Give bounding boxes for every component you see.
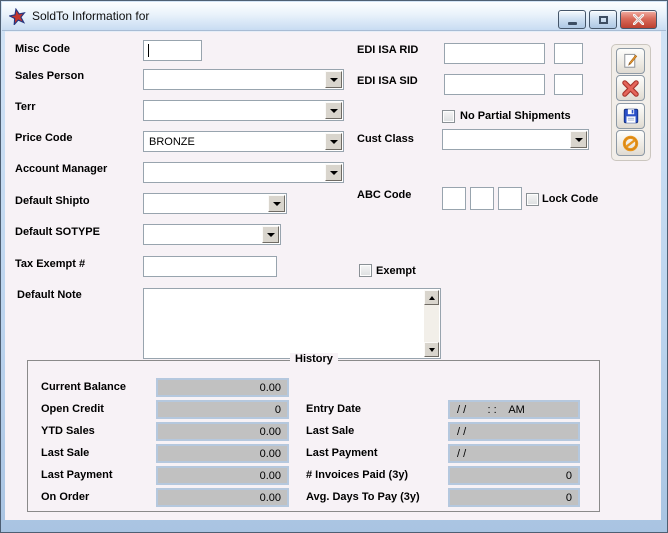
hist-last-payment-label: Last Payment — [306, 446, 378, 460]
current-balance-value: 0.00 — [156, 378, 289, 397]
open-credit-label: Open Credit — [41, 402, 104, 416]
no-partial-shipments-checkbox[interactable] — [442, 110, 455, 123]
titlebar[interactable]: SoldTo Information for — [2, 2, 666, 31]
chevron-down-icon[interactable] — [325, 71, 342, 88]
default-note-label: Default Note — [17, 288, 82, 302]
delete-button[interactable] — [616, 75, 645, 101]
floppy-disk-icon — [622, 107, 640, 125]
last-sale-label: Last Sale — [41, 446, 89, 460]
minimize-button[interactable] — [558, 10, 586, 29]
sales-person-label: Sales Person — [15, 69, 84, 83]
minimize-icon — [568, 22, 577, 25]
price-code-select[interactable]: BRONZE — [143, 131, 344, 152]
scroll-up-icon[interactable] — [424, 290, 439, 305]
on-order-label: On Order — [41, 490, 89, 504]
hist-last-sale-label: Last Sale — [306, 424, 354, 438]
ytd-sales-value: 0.00 — [156, 422, 289, 441]
tax-exempt-label: Tax Exempt # — [15, 257, 85, 271]
on-order-value: 0.00 — [156, 488, 289, 507]
chevron-down-icon[interactable] — [262, 226, 279, 243]
red-x-icon — [621, 79, 640, 98]
misc-code-label: Misc Code — [15, 42, 70, 56]
account-manager-select[interactable] — [143, 162, 344, 183]
save-button[interactable] — [616, 103, 645, 129]
edi-isa-sid-input[interactable] — [444, 74, 545, 95]
history-legend: History — [290, 353, 338, 365]
dialog-body: Misc Code Sales Person Terr Price Code A… — [5, 31, 661, 520]
hist-last-payment-value: / / — [448, 444, 580, 463]
exempt-checkbox[interactable] — [359, 264, 372, 277]
text-caret — [148, 44, 149, 57]
star-icon — [9, 8, 26, 25]
edit-page-pencil-icon — [621, 52, 640, 71]
abc-code-box2[interactable] — [470, 187, 494, 210]
edi-isa-sid-label: EDI ISA SID — [357, 74, 418, 88]
cust-class-label: Cust Class — [357, 132, 414, 146]
edi-isa-rid-input[interactable] — [444, 43, 545, 64]
default-shipto-label: Default Shipto — [15, 194, 90, 208]
price-code-value: BRONZE — [149, 136, 195, 148]
window-title: SoldTo Information for — [32, 9, 149, 23]
price-code-label: Price Code — [15, 131, 72, 145]
chevron-down-icon[interactable] — [268, 195, 285, 212]
exempt-label: Exempt — [376, 265, 416, 277]
last-sale-value: 0.00 — [156, 444, 289, 463]
scrollbar[interactable] — [424, 290, 439, 357]
default-sotype-select[interactable] — [143, 224, 281, 245]
no-partial-shipments-label: No Partial Shipments — [460, 110, 571, 122]
account-manager-label: Account Manager — [15, 162, 107, 176]
default-sotype-label: Default SOTYPE — [15, 225, 100, 239]
terr-select[interactable] — [143, 100, 344, 121]
invoices-paid-label: # Invoices Paid (3y) — [306, 468, 408, 482]
hist-last-sale-value: / / — [448, 422, 580, 441]
invoices-paid-value: 0 — [448, 466, 580, 485]
close-icon — [633, 14, 644, 25]
terr-label: Terr — [15, 100, 36, 114]
prohibition-icon — [621, 134, 640, 153]
scroll-down-icon[interactable] — [424, 342, 439, 357]
abc-code-box3[interactable] — [498, 187, 522, 210]
lock-code-checkbox[interactable] — [526, 193, 539, 206]
sales-person-select[interactable] — [143, 69, 344, 90]
chevron-down-icon[interactable] — [570, 131, 587, 148]
open-credit-value: 0 — [156, 400, 289, 419]
window-frame: SoldTo Information for Misc Code Sales P… — [0, 0, 668, 533]
avg-days-to-pay-value: 0 — [448, 488, 580, 507]
chevron-down-icon[interactable] — [325, 164, 342, 181]
edi-isa-rid-label: EDI ISA RID — [357, 43, 418, 57]
chevron-down-icon[interactable] — [325, 133, 342, 150]
lock-code-label: Lock Code — [542, 193, 598, 205]
edi-isa-sid-qualifier-input[interactable] — [554, 74, 583, 95]
maximize-icon — [599, 16, 608, 24]
entry-date-value: / / : : AM — [448, 400, 580, 419]
current-balance-label: Current Balance — [41, 380, 126, 394]
entry-date-label: Entry Date — [306, 402, 361, 416]
chevron-down-icon[interactable] — [325, 102, 342, 119]
cust-class-select[interactable] — [442, 129, 589, 150]
default-note-textarea[interactable] — [143, 288, 441, 359]
window-controls — [558, 10, 657, 29]
last-payment-value: 0.00 — [156, 466, 289, 485]
cancel-button[interactable] — [616, 130, 645, 156]
edit-button[interactable] — [616, 48, 645, 74]
edi-isa-rid-qualifier-input[interactable] — [554, 43, 583, 64]
ytd-sales-label: YTD Sales — [41, 424, 95, 438]
close-button[interactable] — [620, 10, 657, 29]
maximize-button[interactable] — [589, 10, 617, 29]
misc-code-input[interactable] — [143, 40, 202, 61]
abc-code-box1[interactable] — [442, 187, 466, 210]
default-shipto-select[interactable] — [143, 193, 287, 214]
abc-code-label: ABC Code — [357, 188, 411, 202]
tax-exempt-input[interactable] — [143, 256, 277, 277]
avg-days-to-pay-label: Avg. Days To Pay (3y) — [306, 490, 420, 504]
last-payment-label: Last Payment — [41, 468, 113, 482]
